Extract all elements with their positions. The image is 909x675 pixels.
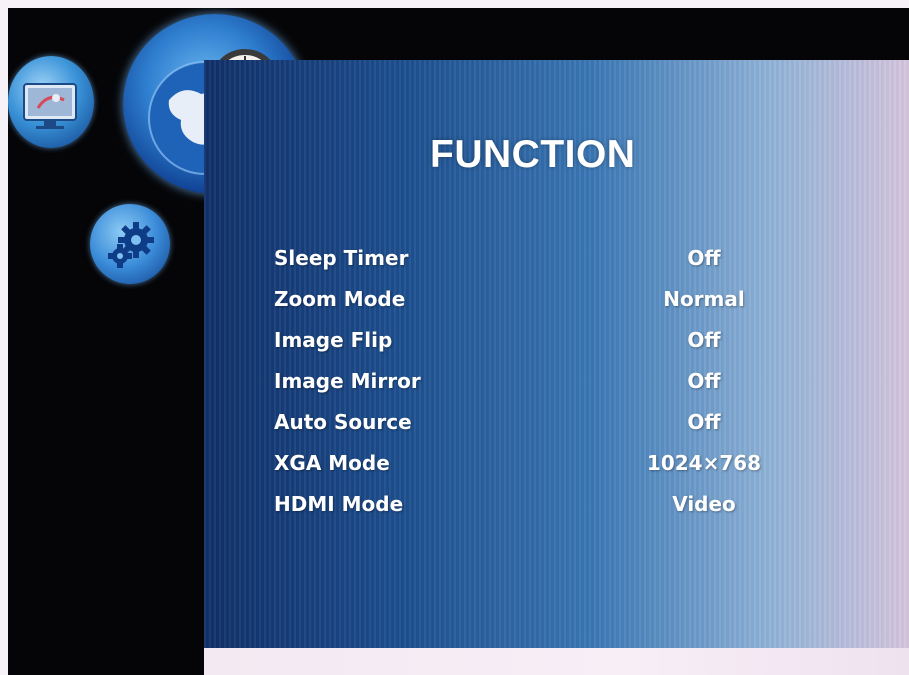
menu-item-label: HDMI Mode [274, 492, 404, 516]
menu-item-sleep-timer[interactable]: Sleep Timer Off [274, 240, 804, 276]
display-menu-icon[interactable] [8, 56, 94, 148]
osd-screen: FUNCTION Sleep Timer Off Zoom Mode Norma… [8, 8, 909, 675]
menu-item-value: Video [672, 492, 736, 516]
menu-item-label: Auto Source [274, 410, 412, 434]
menu-item-value: Off [687, 328, 721, 352]
menu-item-image-mirror[interactable]: Image Mirror Off [274, 363, 804, 399]
menu-item-xga-mode[interactable]: XGA Mode 1024×768 [274, 445, 804, 481]
function-menu-panel: FUNCTION Sleep Timer Off Zoom Mode Norma… [204, 60, 909, 648]
menu-item-hdmi-mode[interactable]: HDMI Mode Video [274, 486, 804, 522]
menu-item-label: Zoom Mode [274, 287, 406, 311]
menu-item-value: 1024×768 [646, 451, 762, 475]
menu-item-value: Off [687, 369, 721, 393]
settings-menu-icon[interactable] [90, 204, 170, 284]
panel-bottom-strip [204, 648, 909, 675]
menu-item-zoom-mode[interactable]: Zoom Mode Normal [274, 281, 804, 317]
menu-item-label: Image Flip [274, 328, 393, 352]
menu-item-label: XGA Mode [274, 451, 390, 475]
monitor-icon [23, 83, 77, 129]
menu-item-label: Sleep Timer [274, 246, 409, 270]
menu-item-value: Off [687, 410, 721, 434]
menu-item-value: Normal [663, 287, 745, 311]
menu-item-auto-source[interactable]: Auto Source Off [274, 404, 804, 440]
page-title: FUNCTION [430, 133, 636, 176]
menu-item-label: Image Mirror [274, 369, 421, 393]
menu-item-value: Off [687, 246, 721, 270]
menu-item-image-flip[interactable]: Image Flip Off [274, 322, 804, 358]
gear-icon [108, 222, 154, 268]
